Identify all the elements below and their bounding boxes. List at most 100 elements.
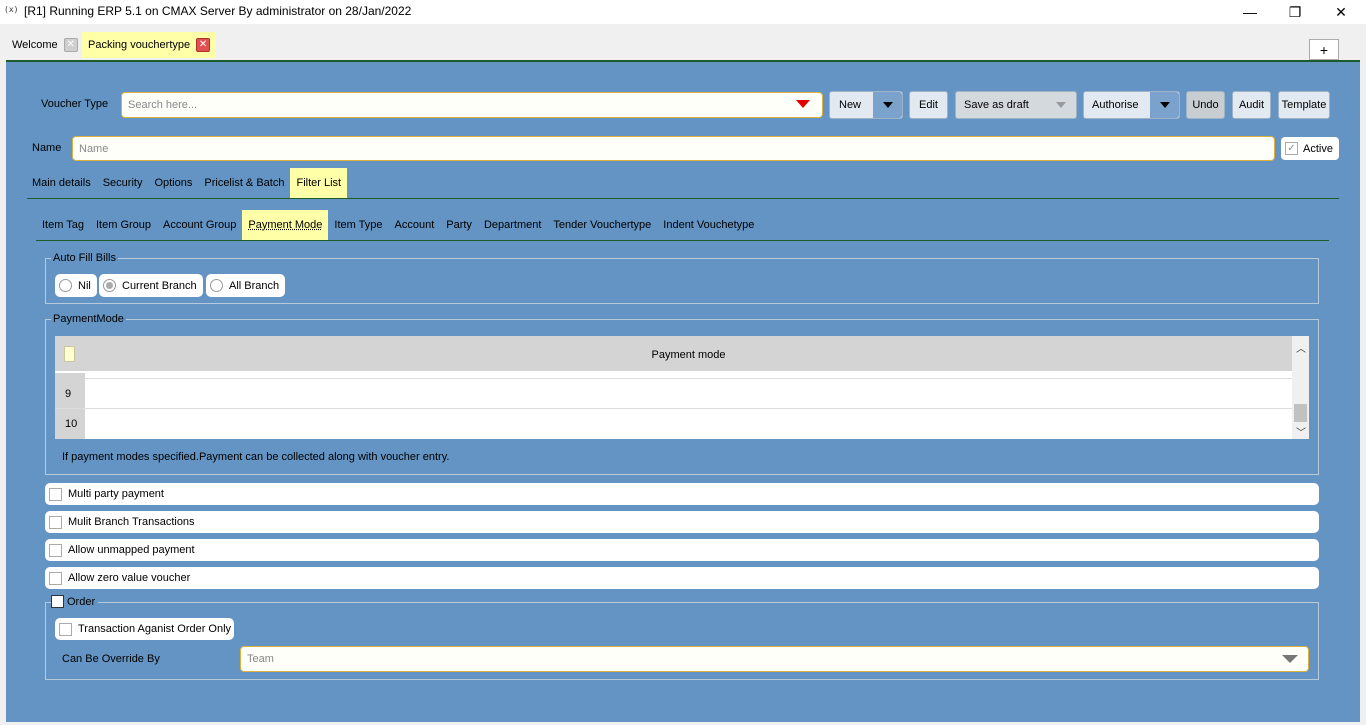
name-label: Name [32, 142, 62, 154]
sub-tab-bar: Item Tag Item Group Account Group Paymen… [36, 210, 760, 240]
checkbox-icon [49, 487, 62, 501]
transaction-against-order-checkbox[interactable]: Transaction Aganist Order Only [55, 618, 234, 640]
subtab-account-group[interactable]: Account Group [157, 210, 242, 240]
radio-selected-icon [103, 279, 116, 292]
checkbox-label: Transaction Aganist Order Only [78, 623, 232, 635]
chevron-down-icon [882, 102, 893, 108]
tab-pricelist-batch[interactable]: Pricelist & Batch [198, 168, 290, 198]
tab-filter-list[interactable]: Filter List [290, 168, 348, 198]
minimize-icon[interactable]: — [1227, 0, 1273, 24]
subtab-separator [36, 240, 1329, 241]
tab-options[interactable]: Options [148, 168, 198, 198]
subtab-payment-mode[interactable]: Payment Mode [242, 210, 329, 240]
tab-welcome[interactable]: Welcome ✕ [6, 32, 84, 58]
tab-separator [27, 198, 1339, 199]
authorise-label: Authorise [1092, 99, 1139, 111]
active-label: Active [1303, 142, 1333, 155]
voucher-type-label: Voucher Type [41, 98, 109, 110]
subtab-item-group[interactable]: Item Group [90, 210, 157, 240]
active-checkbox[interactable]: ✓ Active [1281, 137, 1339, 160]
vertical-scrollbar[interactable]: ︿ ﹀ [1292, 336, 1309, 439]
multi-party-payment-checkbox[interactable]: Multi party payment [45, 483, 1319, 505]
add-tab-button[interactable]: + [1309, 39, 1339, 60]
undo-label: Undo [1192, 99, 1219, 111]
tab-close-icon[interactable]: ✕ [63, 38, 78, 52]
column-header-payment-mode[interactable]: Payment mode [85, 336, 1292, 373]
scroll-up-icon[interactable]: ︿ [1296, 340, 1306, 355]
chevron-down-icon[interactable] [1282, 655, 1298, 663]
tab-packing-vouchertype[interactable]: Packing vouchertype ✕ [82, 32, 217, 58]
undo-button[interactable]: Undo [1186, 91, 1225, 119]
check-icon: ✓ [1285, 142, 1298, 155]
template-label: Template [1281, 99, 1327, 111]
radio-icon [59, 279, 72, 292]
allow-zero-value-voucher-checkbox[interactable]: Allow zero value voucher [45, 567, 1319, 589]
maximize-icon[interactable]: ❐ [1272, 0, 1318, 24]
table-row[interactable]: 9 [55, 379, 1292, 409]
radio-icon [210, 279, 223, 292]
scroll-down-icon[interactable]: ﹀ [1296, 424, 1306, 439]
payment-mode-grid: Payment mode 9 10 ︿ ﹀ [55, 336, 1309, 439]
checkbox-icon [49, 515, 62, 529]
radio-current-branch[interactable]: Current Branch [99, 274, 203, 297]
save-draft-label: Save as draft [964, 99, 1029, 111]
checkbox-label: Allow unmapped payment [68, 544, 195, 556]
checkbox-label: Mulit Branch Transactions [68, 516, 195, 528]
name-placeholder: Name [79, 142, 109, 155]
chevron-down-icon [1159, 102, 1170, 108]
checkbox-icon [49, 571, 62, 585]
radio-all-branch[interactable]: All Branch [206, 274, 286, 297]
subtab-party[interactable]: Party [440, 210, 478, 240]
subtab-account[interactable]: Account [389, 210, 441, 240]
subtab-indent-vouchetype[interactable]: Indent Vouchetype [657, 210, 760, 240]
order-title: Order [67, 595, 96, 608]
order-group-header[interactable]: Order [51, 595, 99, 608]
checkbox-icon [59, 622, 72, 636]
audit-label: Audit [1238, 99, 1265, 111]
subtab-item-type[interactable]: Item Type [328, 210, 388, 240]
row-number: 10 [65, 418, 78, 430]
table-row[interactable]: 10 [55, 409, 1292, 439]
subtab-item-tag[interactable]: Item Tag [36, 210, 90, 240]
order-checkbox-icon[interactable] [51, 595, 64, 608]
new-dropdown-button[interactable] [873, 92, 902, 118]
auto-fill-title: Auto Fill Bills [51, 252, 118, 264]
close-icon[interactable]: ✕ [1318, 0, 1364, 24]
tab-close-icon[interactable]: ✕ [196, 38, 211, 52]
main-tab-bar: Main details Security Options Pricelist … [26, 168, 348, 198]
multi-branch-transactions-checkbox[interactable]: Mulit Branch Transactions [45, 511, 1319, 533]
checkbox-label: Multi party payment [68, 488, 164, 500]
radio-label: Current Branch [122, 279, 197, 292]
tab-label: Packing vouchertype [88, 39, 191, 51]
app-icon: (x) [4, 5, 19, 14]
edit-button[interactable]: Edit [909, 91, 948, 119]
edit-button-label: Edit [919, 99, 938, 111]
select-all-checkbox[interactable] [64, 346, 75, 362]
authorise-dropdown-button[interactable] [1150, 92, 1179, 118]
row-number: 9 [65, 388, 72, 400]
save-draft-dropdown-icon[interactable] [1056, 102, 1066, 108]
voucher-type-search[interactable]: Search here... [121, 92, 823, 118]
template-button[interactable]: Template [1278, 91, 1330, 119]
tab-label: Welcome [12, 39, 58, 51]
name-input[interactable]: Name [72, 136, 1275, 161]
audit-button[interactable]: Audit [1232, 91, 1271, 119]
window-title: [R1] Running ERP 5.1 on CMAX Server By a… [24, 4, 412, 18]
subtab-tender-vouchertype[interactable]: Tender Vouchertype [547, 210, 657, 240]
radio-nil[interactable]: Nil [55, 274, 97, 297]
tab-main-details[interactable]: Main details [26, 168, 97, 198]
dropdown-arrow-icon[interactable] [796, 100, 810, 108]
override-select[interactable]: Team [240, 646, 1309, 672]
checkbox-icon [49, 543, 62, 557]
override-label: Can Be Override By [62, 653, 160, 665]
scroll-thumb[interactable] [1294, 404, 1307, 422]
payment-mode-note: If payment modes specified.Payment can b… [62, 451, 450, 463]
radio-label: Nil [78, 279, 91, 292]
radio-label: All Branch [229, 279, 280, 292]
allow-unmapped-payment-checkbox[interactable]: Allow unmapped payment [45, 539, 1319, 561]
subtab-department[interactable]: Department [478, 210, 547, 240]
tab-security[interactable]: Security [97, 168, 149, 198]
search-placeholder: Search here... [128, 99, 198, 111]
checkbox-label: Allow zero value voucher [68, 572, 191, 584]
new-button-label: New [839, 99, 862, 111]
